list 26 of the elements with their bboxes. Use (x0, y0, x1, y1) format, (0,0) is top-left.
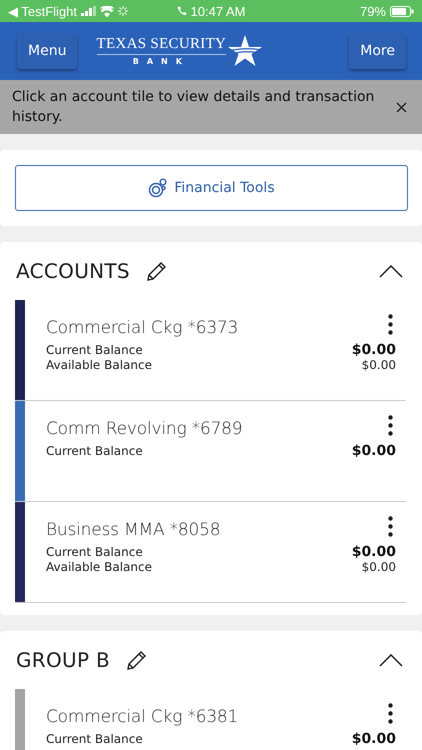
account-name[interactable]: Comm Revolving *6789 (46, 419, 242, 439)
balance-amount: $0.00 (352, 544, 396, 560)
financial-tools-button[interactable]: Financial Tools (15, 165, 408, 211)
menu-button[interactable]: Menu (17, 34, 78, 68)
balance-label: Current Balance (46, 545, 143, 559)
balance-amount: $0.00 (362, 358, 396, 372)
logo-text: TEXAS SECURITY (96, 36, 226, 55)
battery-percent: 79% (360, 4, 386, 18)
balance-label: Available Balance (46, 560, 152, 574)
clock-time: 10:47 AM (190, 4, 246, 18)
balance-amount: $0.00 (362, 560, 396, 574)
banner-message: Click an account tile to view details and transaction history. (12, 88, 376, 127)
balance-amount: $0.00 (352, 443, 396, 459)
balance-label: Current Balance (46, 444, 143, 458)
more-button[interactable]: More (349, 34, 406, 68)
account-name[interactable]: Business MMA *8058 (46, 520, 220, 540)
balance-label: Current Balance (46, 732, 143, 746)
balance-amount: $0.00 (352, 342, 396, 358)
balance-amount: $0.00 (352, 731, 396, 747)
logo-subtext: BANK (132, 57, 190, 66)
balance-label: Available Balance (46, 358, 152, 372)
group-title: GROUP B (16, 648, 110, 672)
group-title: ACCOUNTS (16, 259, 130, 283)
account-name[interactable]: Commercial Ckg *6381 (46, 707, 238, 727)
balance-label: Current Balance (46, 343, 143, 357)
account-name[interactable]: Commercial Ckg *6373 (46, 318, 238, 338)
